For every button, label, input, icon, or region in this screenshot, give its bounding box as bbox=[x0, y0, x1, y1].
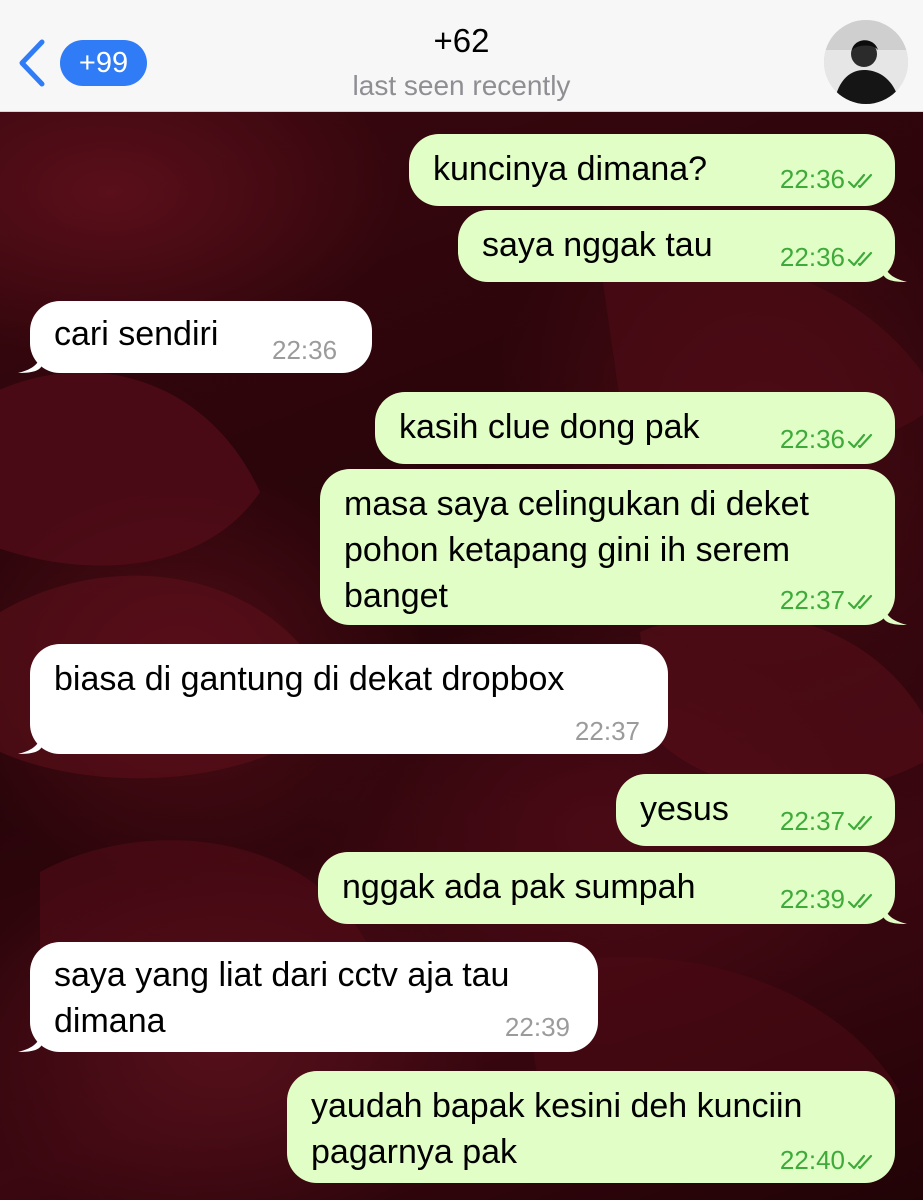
message-outgoing[interactable]: nggak ada pak sumpah 22:39 bbox=[318, 852, 907, 924]
double-check-read-icon bbox=[847, 252, 873, 267]
bubble-tail bbox=[883, 902, 907, 924]
message-incoming[interactable]: cari sendiri 22:36 bbox=[18, 301, 372, 373]
message-text: saya nggak tau bbox=[482, 226, 713, 264]
chat-header: +99 +62 last seen recently bbox=[0, 0, 923, 112]
message-text-line: saya yang liat dari cctv aja tau bbox=[54, 956, 510, 994]
message-time: 22:40 bbox=[780, 1145, 877, 1175]
last-seen-status: last seen recently bbox=[352, 70, 571, 101]
message-time: 22:37 bbox=[780, 585, 877, 615]
chat-title[interactable]: +62 bbox=[0, 22, 923, 60]
message-time: 22:39 bbox=[504, 1012, 570, 1042]
message-text: kuncinya dimana? bbox=[433, 150, 708, 188]
message-text-line: dimana bbox=[54, 1002, 166, 1040]
chat-wallpaper: kuncinya dimana? 22:36 saya nggak tau 22… bbox=[0, 112, 923, 1200]
message-outgoing[interactable]: masa saya celingukan di deket pohon keta… bbox=[320, 469, 907, 625]
message-time: 22:36 bbox=[272, 335, 338, 365]
bubble-tail bbox=[883, 260, 907, 282]
double-check-read-icon bbox=[847, 434, 873, 449]
message-text-line: yaudah bapak kesini deh kunciin bbox=[311, 1087, 803, 1125]
message-incoming[interactable]: biasa di gantung di dekat dropbox 22:37 bbox=[18, 644, 668, 754]
message-time: 22:36 bbox=[780, 242, 877, 272]
message-text-line: pagarnya pak bbox=[311, 1133, 518, 1171]
message-text-line: banget bbox=[344, 577, 448, 615]
message-time: 22:36 bbox=[780, 424, 877, 454]
message-outgoing[interactable]: kuncinya dimana? 22:36 bbox=[409, 134, 895, 206]
message-text: cari sendiri bbox=[54, 315, 219, 353]
message-text: biasa di gantung di dekat dropbox bbox=[54, 660, 565, 698]
message-text: kasih clue dong pak bbox=[399, 408, 700, 446]
bubble-tail bbox=[18, 732, 42, 754]
message-outgoing[interactable]: kasih clue dong pak 22:36 bbox=[375, 392, 895, 464]
double-check-read-icon bbox=[847, 1155, 873, 1170]
double-check-read-icon bbox=[847, 816, 873, 831]
message-text-line: pohon ketapang gini ih serem bbox=[344, 531, 791, 569]
message-incoming[interactable]: saya yang liat dari cctv aja tau dimana … bbox=[18, 942, 598, 1052]
message-time: 22:36 bbox=[780, 164, 877, 194]
bubble-tail bbox=[883, 603, 907, 625]
double-check-read-icon bbox=[847, 894, 873, 909]
message-time: 22:37 bbox=[574, 716, 640, 746]
double-check-read-icon bbox=[847, 595, 873, 610]
message-outgoing[interactable]: yesus 22:37 bbox=[616, 774, 895, 846]
bubble-tail bbox=[18, 351, 42, 373]
message-text-line: masa saya celingukan di deket bbox=[344, 485, 809, 523]
message-outgoing[interactable]: yaudah bapak kesini deh kunciin pagarnya… bbox=[287, 1071, 895, 1183]
message-time: 22:37 bbox=[780, 806, 877, 836]
message-text: yesus bbox=[640, 790, 729, 828]
double-check-read-icon bbox=[847, 174, 873, 189]
contact-avatar[interactable] bbox=[824, 20, 908, 104]
avatar-photo-icon bbox=[824, 20, 908, 104]
bubble-tail bbox=[18, 1030, 42, 1052]
message-text: nggak ada pak sumpah bbox=[342, 868, 696, 906]
message-outgoing[interactable]: saya nggak tau 22:36 bbox=[458, 210, 907, 282]
message-time: 22:39 bbox=[780, 884, 877, 914]
